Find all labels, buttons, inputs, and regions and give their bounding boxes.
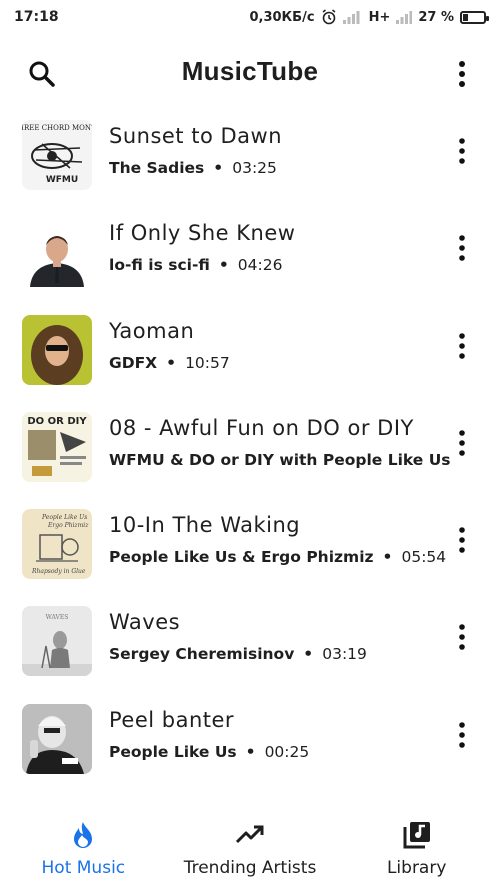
thumb-text-6a: WAVES: [46, 614, 69, 621]
track-item[interactable]: Peel banter People Like Us • 00:25: [0, 694, 500, 791]
track-thumbnail: [22, 217, 92, 288]
more-vert-icon: [459, 430, 465, 456]
track-thumbnail: DO OR DIY: [22, 411, 92, 482]
track-artist: People Like Us & Ergo Phizmiz: [109, 548, 374, 567]
track-title: Sunset to Dawn: [109, 124, 283, 148]
track-artist: People Like Us: [109, 742, 237, 761]
track-title: If Only She Knew: [109, 221, 296, 246]
separator: •: [213, 159, 224, 177]
status-time: 17:18: [14, 9, 59, 25]
app-bar: MusicTube: [0, 44, 500, 104]
track-artist: Sergey Cheremisinov: [109, 645, 295, 664]
track-thumbnail: [22, 703, 92, 774]
nav-label-hot-music: Hot Music: [41, 858, 126, 878]
track-item[interactable]: THREE CHORD MONTE WFMU Sunset to Dawn Th…: [0, 110, 500, 207]
track-thumbnail: [22, 314, 92, 385]
network-type: H+: [368, 9, 391, 25]
battery-percent: 27 %: [418, 9, 454, 25]
status-bar: 17:18 0,30КБ/с H+ 27 %: [0, 0, 500, 34]
track-thumbnail: People Like Us Ergo Phizmiz Rhapsody in …: [22, 509, 92, 580]
thumb-text-5b: Ergo Phizmiz: [47, 522, 89, 529]
track-duration: 00:25: [264, 742, 310, 761]
track-duration: 03:25: [232, 159, 277, 177]
more-vert-icon: [459, 527, 465, 553]
battery-fill: [463, 13, 469, 21]
track-menu-button[interactable]: [452, 136, 472, 166]
more-vert-icon: [459, 61, 465, 87]
track-artist: WFMU & DO or DIY with People Like Us: [109, 450, 451, 469]
track-duration: 05:54: [401, 548, 447, 567]
separator: •: [166, 353, 177, 372]
signal-icon: [342, 10, 363, 24]
more-vert-icon: [459, 138, 465, 164]
thumb-text-5c: Rhapsody in Glue: [31, 568, 86, 575]
trending-up-icon: [235, 825, 264, 844]
track-title: Peel banter: [109, 707, 235, 732]
track-subtitle: Sergey Cheremisinov • 03:19: [109, 645, 367, 663]
app-title: MusicTube: [181, 56, 319, 86]
track-subtitle: lo-fi is sci-fi • 04:26: [109, 256, 282, 274]
track-artist: lo-fi is sci-fi: [109, 256, 210, 275]
track-title: Waves: [109, 610, 181, 635]
track-subtitle: People Like Us • 00:25: [109, 743, 309, 761]
overflow-menu-button[interactable]: [452, 58, 472, 90]
track-item[interactable]: DO OR DIY 08 - Awful Fun on DO or DIY WF…: [0, 402, 500, 499]
track-title: Yaoman: [109, 318, 195, 343]
more-vert-icon: [459, 624, 465, 651]
separator: •: [245, 742, 256, 761]
track-menu-button[interactable]: [452, 428, 472, 458]
thumb-text-5a: People Like Us: [41, 514, 87, 521]
thumb-text-1b: WFMU: [46, 175, 78, 185]
separator: •: [218, 256, 229, 275]
more-vert-icon: [459, 235, 465, 262]
nav-item-library[interactable]: Library: [333, 808, 500, 889]
bottom-navigation: Hot Music Trending Artists Library: [0, 808, 500, 889]
track-subtitle: The Sadies • 03:25: [109, 159, 277, 177]
nav-label-trending-artists: Trending Artists: [183, 858, 317, 878]
track-artist: The Sadies: [109, 159, 205, 177]
track-duration: 03:19: [322, 645, 367, 664]
nav-item-hot-music[interactable]: Hot Music: [0, 808, 167, 889]
nav-item-trending-artists[interactable]: Trending Artists: [167, 808, 334, 889]
track-title: 10-In The Waking: [109, 513, 301, 538]
alarm-icon: [321, 9, 337, 25]
track-title: 08 - Awful Fun on DO or DIY: [109, 415, 414, 440]
status-indicators: 0,30КБ/с H+ 27 %: [249, 9, 489, 25]
track-duration: 04:26: [237, 256, 283, 275]
track-list: THREE CHORD MONTE WFMU Sunset to Dawn Th…: [0, 110, 500, 791]
track-item[interactable]: Yaoman GDFX • 10:57: [0, 305, 500, 402]
more-vert-icon: [459, 332, 465, 359]
track-item[interactable]: People Like Us Ergo Phizmiz Rhapsody in …: [0, 499, 500, 596]
track-menu-button[interactable]: [452, 720, 472, 750]
track-artist: GDFX: [109, 353, 158, 372]
track-item[interactable]: If Only She Knew lo-fi is sci-fi • 04:26: [0, 207, 500, 304]
library-music-icon: [403, 822, 430, 849]
track-thumbnail: WAVES: [22, 606, 92, 677]
track-item[interactable]: WAVES Waves Sergey Cheremisinov • 03:19: [0, 596, 500, 693]
track-duration: 10:57: [185, 353, 230, 372]
flame-icon: [74, 822, 93, 848]
separator: •: [303, 645, 314, 664]
network-speed: 0,30КБ/с: [249, 9, 315, 25]
track-menu-button[interactable]: [452, 331, 472, 361]
track-menu-button[interactable]: [452, 233, 472, 263]
battery-icon: [460, 10, 489, 24]
signal-bars-icon: [396, 10, 413, 24]
nav-label-library: Library: [386, 858, 447, 878]
track-subtitle: GDFX • 10:57: [109, 354, 230, 372]
track-subtitle: WFMU & DO or DIY with People Like Us: [109, 451, 451, 469]
track-thumbnail: THREE CHORD MONTE WFMU: [22, 120, 92, 190]
track-menu-button[interactable]: [452, 622, 472, 652]
track-menu-button[interactable]: [452, 525, 472, 555]
separator: •: [382, 548, 393, 567]
more-vert-icon: [459, 721, 465, 748]
track-subtitle: People Like Us & Ergo Phizmiz • 05:54: [109, 548, 446, 566]
thumb-text-1a: THREE CHORD MONTE: [22, 124, 92, 132]
thumb-text-4a: DO OR DIY: [27, 416, 87, 427]
